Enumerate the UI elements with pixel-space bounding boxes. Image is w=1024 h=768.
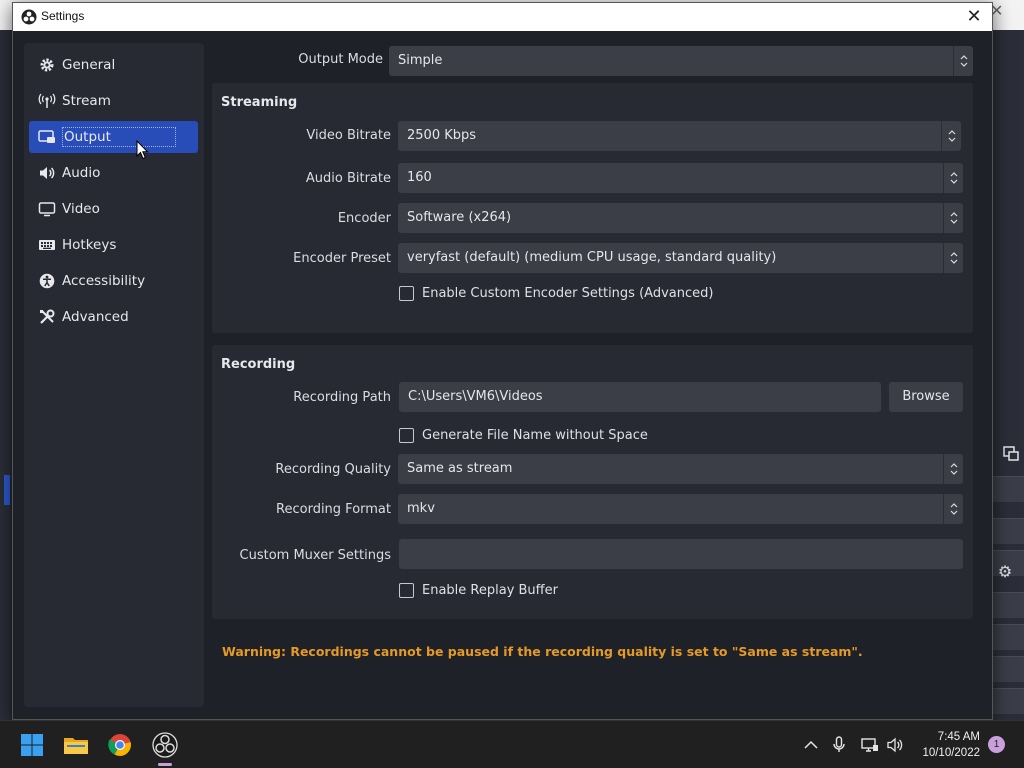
sidebar-item-label: Accessibility (62, 273, 146, 289)
warning-message: Warning: Recordings cannot be paused if … (222, 644, 863, 659)
recording-format-select[interactable]: mkv (398, 494, 963, 524)
sidebar-item-video[interactable]: Video (29, 193, 198, 225)
select-arrows-icon (943, 203, 963, 233)
close-button[interactable]: ✕ (962, 5, 986, 29)
custom-muxer-label: Custom Muxer Settings (239, 548, 391, 563)
windows-logo-icon (21, 734, 43, 756)
sidebar-item-label: Advanced (62, 309, 129, 325)
sidebar-item-label: General (62, 57, 116, 73)
spin-arrows-icon[interactable] (941, 121, 961, 151)
file-explorer-button[interactable] (62, 731, 90, 759)
sidebar-item-output[interactable]: Output (29, 121, 198, 153)
sidebar-item-accessibility[interactable]: Accessibility (29, 265, 198, 297)
recording-quality-select[interactable]: Same as stream (398, 454, 963, 484)
obs-logo-icon (21, 9, 37, 25)
sidebar-item-hotkeys[interactable]: Hotkeys (29, 229, 198, 261)
background-gear-icon[interactable]: ⚙ (996, 563, 1014, 581)
audio-bitrate-select[interactable]: 160 (398, 163, 963, 193)
browse-button[interactable]: Browse (889, 382, 963, 412)
taskbar-clock[interactable]: 7:45 AM 10/10/2022 (912, 729, 980, 761)
streaming-title: Streaming (221, 95, 298, 110)
folder-icon (64, 738, 88, 754)
keyboard-icon (38, 236, 56, 254)
background-left-panel (0, 30, 10, 720)
tools-icon (38, 308, 56, 326)
notification-badge[interactable]: 1 (988, 736, 1005, 753)
select-arrows-icon (953, 46, 973, 76)
custom-muxer-input[interactable] (399, 539, 963, 569)
accessibility-icon (38, 272, 56, 290)
mouse-cursor-icon (136, 140, 149, 160)
sidebar-item-advanced[interactable]: Advanced (29, 301, 198, 333)
video-bitrate-spinbox[interactable]: 2500 Kbps (398, 121, 961, 151)
window-title: Settings (41, 9, 85, 23)
sidebar-item-general[interactable]: General (29, 49, 198, 81)
taskbar: 7:45 AM 10/10/2022 1 (0, 720, 1024, 768)
chrome-icon (108, 734, 131, 756)
microphone-icon[interactable] (829, 735, 849, 755)
chrome-button[interactable] (106, 731, 134, 759)
output-mode-select[interactable]: Simple (389, 46, 973, 76)
dock-undock-icon[interactable] (1003, 446, 1019, 462)
start-button[interactable] (18, 731, 46, 759)
select-arrows-icon (943, 494, 963, 524)
encoder-preset-label: Encoder Preset (293, 251, 391, 266)
chevron-up-icon[interactable] (801, 735, 821, 755)
obs-taskbar-button[interactable] (151, 731, 179, 759)
speaker-icon (38, 164, 56, 182)
select-arrows-icon (943, 163, 963, 193)
sidebar-item-label: Video (62, 201, 100, 217)
recording-path-label: Recording Path (293, 390, 391, 405)
obs-icon (152, 732, 178, 758)
audio-bitrate-label: Audio Bitrate (305, 171, 391, 186)
network-icon[interactable] (860, 735, 880, 755)
select-arrows-icon (943, 243, 963, 273)
clock-time: 7:45 AM (937, 731, 980, 743)
encoder-select[interactable]: Software (x264) (398, 203, 963, 233)
replay-buffer-checkbox[interactable]: Enable Replay Buffer (399, 583, 558, 598)
checkbox-box[interactable] (399, 583, 414, 598)
recording-path-input[interactable]: C:\Users\VM6\Videos (399, 382, 881, 412)
recording-title: Recording (221, 357, 296, 372)
sidebar-item-label: Hotkeys (62, 237, 117, 253)
active-app-indicator (158, 763, 172, 766)
sidebar-item-audio[interactable]: Audio (29, 157, 198, 189)
video-bitrate-label: Video Bitrate (306, 128, 391, 143)
settings-window: Settings ✕ General Stream Output Audio V… (12, 2, 993, 720)
output-icon (38, 128, 56, 146)
select-arrows-icon (943, 454, 963, 484)
recording-format-label: Recording Format (276, 502, 391, 517)
output-mode-label: Output Mode (298, 52, 383, 67)
sidebar-item-label: Stream (62, 93, 111, 109)
streaming-group: Streaming Video Bitrate 2500 Kbps Audio … (212, 83, 973, 333)
gear-icon (38, 56, 56, 74)
clock-date: 10/10/2022 (922, 747, 980, 759)
checkbox-box[interactable] (399, 428, 414, 443)
background-right-panel (993, 30, 1024, 720)
monitor-icon (38, 200, 56, 218)
generate-filename-checkbox[interactable]: Generate File Name without Space (399, 428, 648, 443)
volume-icon[interactable] (885, 735, 905, 755)
sidebar-item-label: Audio (62, 165, 101, 181)
encoder-label: Encoder (337, 211, 391, 226)
titlebar: Settings ✕ (13, 3, 992, 31)
output-settings-panel: Output Mode Simple Streaming Video Bitra… (212, 43, 974, 719)
sidebar-item-stream[interactable]: Stream (29, 85, 198, 117)
sidebar-item-label: Output (62, 127, 176, 147)
antenna-icon (38, 92, 56, 110)
recording-quality-label: Recording Quality (275, 462, 391, 477)
settings-sidebar: General Stream Output Audio Video Hotkey… (24, 43, 204, 707)
encoder-preset-select[interactable]: veryfast (default) (medium CPU usage, st… (398, 243, 963, 273)
checkbox-box[interactable] (399, 286, 414, 301)
recording-group: Recording Recording Path C:\Users\VM6\Vi… (212, 345, 973, 619)
custom-encoder-checkbox[interactable]: Enable Custom Encoder Settings (Advanced… (399, 286, 713, 301)
